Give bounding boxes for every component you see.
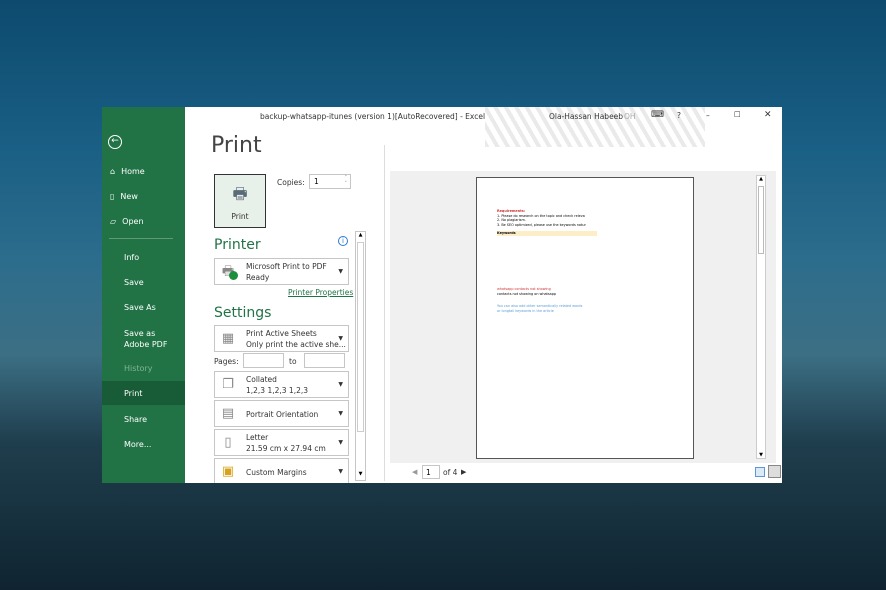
home-icon: ⌂ [110,166,116,176]
sidebar-item-info[interactable]: Info [102,245,185,269]
open-icon: ▱ [110,216,117,226]
print-preview: Requirements: 1. Please do research on t… [390,171,776,463]
close-button[interactable]: ✕ [764,110,772,120]
sidebar-divider [109,238,173,239]
chevron-down-icon: ▼ [338,335,343,342]
help-button[interactable]: ? [677,111,681,120]
margins-icon: ▣ [221,464,235,479]
chevron-down-icon: ▼ [338,439,343,446]
page-number-input[interactable]: 1 [422,465,440,479]
orientation-dropdown[interactable]: ▤ Portrait Orientation ▼ [214,400,349,427]
printer-properties-link[interactable]: Printer Properties [288,288,353,297]
minimize-button[interactable]: – [706,111,710,120]
chevron-down-icon: ▼ [338,381,343,388]
previous-page-icon[interactable]: ◀ [412,468,417,476]
collation-dropdown[interactable]: ❐ Collated 1,2,3 1,2,3 1,2,3 ▼ [214,371,349,398]
scroll-thumb[interactable] [357,242,364,432]
back-icon[interactable]: ← [108,135,122,149]
user-avatar[interactable]: OH [624,112,636,121]
sidebar-item-print[interactable]: Print [102,381,185,405]
sidebar-item-history: History [124,363,153,373]
info-icon[interactable]: i [338,236,348,246]
sidebar-item-share[interactable]: Share [102,407,185,431]
scroll-up-icon[interactable]: ▲ [356,232,365,241]
printer-dropdown[interactable]: 🖶 Microsoft Print to PDF Ready ▼ [214,258,349,285]
sidebar-item-home[interactable]: ⌂ Home [102,159,185,183]
scroll-thumb[interactable] [758,186,764,254]
chevron-down-icon: ▼ [338,268,343,275]
copies-input[interactable]: 1 ˄ ˅ [309,174,351,189]
chevron-down-icon: ▼ [338,468,343,475]
window-title: backup-whatsapp-itunes (version 1)[AutoR… [260,112,486,121]
scroll-up-icon[interactable]: ▲ [757,176,765,182]
divider [384,145,385,481]
chevron-down-icon: ▼ [338,410,343,417]
printer-heading: Printer [214,237,261,253]
copies-spinner[interactable]: ˄ ˅ [345,175,348,187]
scroll-down-icon[interactable]: ▼ [757,452,765,458]
sidebar-item-new[interactable]: ▯ New [102,184,185,208]
user-name[interactable]: Ola-Hassan Habeeb [549,112,623,121]
paper-size-dropdown[interactable]: ▯ Letter 21.59 cm x 27.94 cm ▼ [214,429,349,456]
show-margins-icon[interactable] [755,467,765,477]
feedback-icon[interactable]: ⌨ [651,110,664,120]
settings-heading: Settings [214,305,272,321]
print-what-dropdown[interactable]: ▦ Print Active Sheets Only print the act… [214,325,349,352]
margins-dropdown[interactable]: ▣ Custom Margins ▼ [214,458,349,483]
print-panel: backup-whatsapp-itunes (version 1)[AutoR… [185,107,782,483]
next-page-icon[interactable]: ▶ [461,468,466,476]
printer-ready-icon: 🖶 [220,264,238,280]
printer-icon: 🖶 [232,184,248,203]
page-count: of 4 [443,468,458,477]
pages-to-label: to [289,357,297,366]
copies-label: Copies: [277,178,305,187]
scroll-down-icon[interactable]: ▼ [356,471,365,480]
pages-label: Pages: [214,357,239,366]
backstage-sidebar: ← ⌂ Home ▯ New ▱ Open Info Save Save As Sav… [102,107,185,483]
new-icon: ▯ [110,191,115,201]
excel-window: ← ⌂ Home ▯ New ▱ Open Info Save Save As Sav… [102,107,782,483]
maximize-button[interactable]: ☐ [734,110,741,119]
pages-to-input[interactable] [304,353,345,368]
sidebar-item-save-adobe-pdf[interactable]: Save as Adobe PDF [102,325,177,353]
sidebar-item-save[interactable]: Save [102,270,185,294]
portrait-icon: ▤ [221,406,235,421]
sheet-icon: ▦ [221,331,235,346]
settings-scrollbar[interactable]: ▲ ▼ [355,231,366,481]
preview-page: Requirements: 1. Please do research on t… [476,177,694,459]
sidebar-item-save-as[interactable]: Save As [102,295,185,319]
page-title: Print [211,133,262,158]
sidebar-item-more[interactable]: More... [102,432,185,456]
preview-scrollbar[interactable]: ▲ ▼ [756,175,766,459]
pages-from-input[interactable] [243,353,284,368]
paper-icon: ▯ [224,435,232,450]
print-button[interactable]: 🖶 Print [214,174,266,228]
zoom-to-page-icon[interactable] [768,465,781,478]
collated-icon: ❐ [222,377,234,392]
sidebar-item-open[interactable]: ▱ Open [102,209,185,233]
